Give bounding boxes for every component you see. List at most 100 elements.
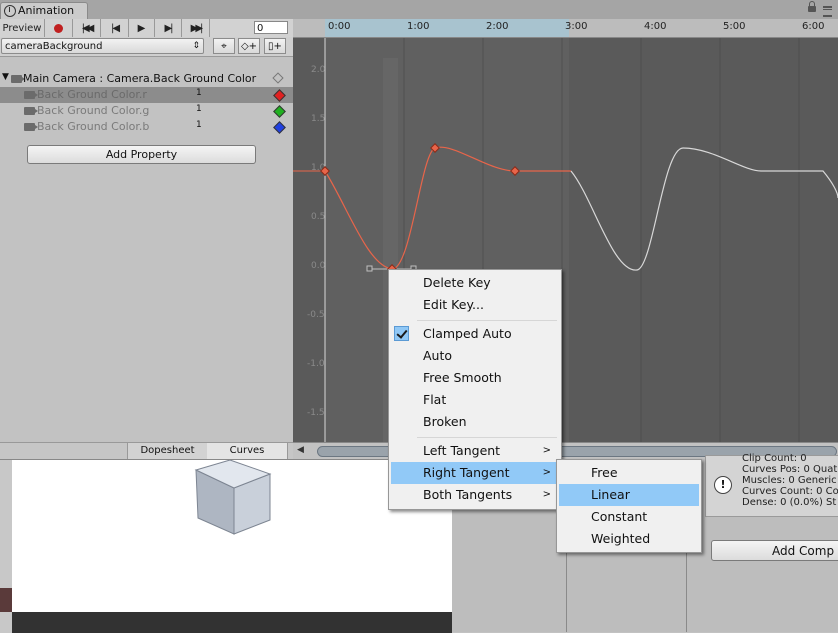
add-keyframe-button[interactable]: ◇+ [238, 38, 260, 54]
menu-item-clamped-auto[interactable]: Clamped Auto [391, 323, 559, 345]
timeline-ruler[interactable]: 0:00 1:00 2:00 3:00 4:00 5:00 6:00 [293, 19, 838, 38]
lock-icon[interactable] [808, 1, 816, 12]
property-value[interactable]: 1 [196, 104, 202, 114]
property-row[interactable]: Back Ground Color.r 1 [0, 87, 293, 103]
clip-info-box: ! Clip Count: 0 Curves Pos: 0 Quat Muscl… [705, 453, 838, 517]
blue-key-diamond-icon[interactable] [273, 121, 286, 134]
time-label: 0:00 [328, 21, 351, 32]
property-value[interactable]: 1 [196, 120, 202, 130]
y-tick-label: 0.0 [311, 261, 326, 271]
y-tick-label: 1.5 [311, 114, 325, 124]
property-row[interactable]: Back Ground Color.b 1 [0, 119, 293, 135]
skip-to-end-icon: ▶▶| [190, 22, 204, 34]
camera-icon [11, 75, 25, 83]
view-mode-tabs: Dopesheet Curves [0, 442, 293, 460]
submenu-arrow-icon: > [542, 467, 551, 478]
step-back-icon: |◀ [110, 22, 120, 34]
cube-object[interactable] [190, 460, 280, 540]
info-icon: ! [714, 476, 732, 494]
step-forward-icon: ▶| [164, 22, 173, 34]
y-tick-label: -1.0 [307, 359, 325, 369]
menu-item-flat[interactable]: Flat [391, 389, 559, 411]
property-parent-row[interactable]: ▼ Main Camera : Camera.Back Ground Color [0, 71, 293, 87]
info-line: Dense: 0 (0.0%) St [742, 497, 837, 508]
camera-icon [24, 91, 38, 99]
menu-item-left-tangent[interactable]: Left Tangent > [391, 440, 559, 462]
play-button[interactable]: ▶ [129, 19, 155, 37]
red-key-diamond-icon[interactable] [273, 89, 286, 102]
add-component-button[interactable]: Add Comp [711, 540, 838, 561]
camera-icon [24, 123, 38, 131]
preview-button[interactable]: Preview [0, 19, 45, 37]
frame-input[interactable]: 0 [254, 21, 288, 34]
add-property-button[interactable]: Add Property [27, 145, 256, 164]
playback-toolbar: Preview |◀◀ |◀ ▶ ▶| ▶▶| 0 [0, 19, 293, 38]
submenu-item-free[interactable]: Free [559, 462, 699, 484]
parent-key-diamond-icon[interactable] [272, 72, 284, 84]
tangent-handle-left[interactable] [366, 265, 373, 272]
clip-dropdown[interactable]: cameraBackground ⇕ [1, 38, 204, 54]
y-tick-label: -1.5 [307, 408, 325, 418]
clip-selector-row: cameraBackground ⇕ ⌖ ◇+ ▯+ [0, 37, 293, 57]
menu-item-right-tangent[interactable]: Right Tangent > [391, 462, 559, 484]
submenu-arrow-icon: > [542, 489, 551, 500]
menu-separator [417, 437, 557, 438]
submenu-item-linear[interactable]: Linear [559, 484, 699, 506]
y-tick-label: 2.0 [311, 65, 326, 75]
menu-item-broken[interactable]: Broken [391, 411, 559, 433]
tab-curves[interactable]: Curves [207, 443, 288, 460]
scene-view[interactable] [0, 459, 452, 633]
right-tangent-submenu: Free Linear Constant Weighted [556, 459, 702, 553]
window-tab-title: Animation [18, 4, 75, 17]
property-label: Back Ground Color.g [37, 104, 150, 117]
keyframe-target-button[interactable]: ⌖ [213, 38, 235, 54]
menu-item-auto[interactable]: Auto [391, 345, 559, 367]
info-line: Muscles: 0 Generic [742, 475, 837, 486]
time-label: 1:00 [407, 21, 430, 32]
skip-to-start-icon: |◀◀ [81, 22, 95, 34]
menu-item-both-tangents-label: Both Tangents [423, 487, 513, 502]
prev-key-button[interactable]: |◀ [101, 19, 129, 37]
property-label: Back Ground Color.r [37, 88, 147, 101]
info-line: Curves Count: 0 Co [742, 486, 838, 497]
scroll-left-icon[interactable]: ◀ [297, 445, 304, 455]
record-icon [54, 23, 63, 33]
dropdown-arrows-icon: ⇕ [192, 41, 200, 51]
play-icon: ▶ [137, 22, 146, 34]
clock-icon [4, 5, 16, 17]
tab-dopesheet[interactable]: Dopesheet [127, 443, 208, 459]
record-button[interactable] [45, 19, 73, 37]
last-key-button[interactable]: ▶▶| [182, 19, 210, 37]
crosshair-icon: ⌖ [221, 41, 227, 52]
property-parent-label: Main Camera : Camera.Back Ground Color [23, 72, 257, 85]
menu-item-delete-key[interactable]: Delete Key [391, 272, 559, 294]
menu-item-left-tangent-label: Left Tangent [423, 443, 501, 458]
curve-canvas[interactable]: 2.0 1.5 1.0 0.5 0.0 -0.5 -1.0 -1.5 [293, 38, 838, 442]
property-row[interactable]: Back Ground Color.g 1 [0, 103, 293, 119]
window-tab-bar: Animation [0, 0, 838, 20]
submenu-item-constant[interactable]: Constant [559, 506, 699, 528]
add-event-icon: ▯+ [268, 41, 282, 52]
property-list: ▼ Main Camera : Camera.Back Ground Color… [0, 57, 293, 442]
time-label: 6:00 [802, 21, 825, 32]
menu-item-free-smooth[interactable]: Free Smooth [391, 367, 559, 389]
animation-window-tab[interactable]: Animation [0, 2, 88, 20]
next-key-button[interactable]: ▶| [155, 19, 182, 37]
time-label: 4:00 [644, 21, 667, 32]
scene-bottom-bar [12, 612, 452, 633]
add-keyframe-icon: ◇+ [240, 41, 258, 52]
info-line: Clip Count: 0 [742, 453, 807, 464]
submenu-item-weighted[interactable]: Weighted [559, 528, 699, 550]
time-label: 5:00 [723, 21, 746, 32]
curve-editor[interactable]: 2.0 1.5 1.0 0.5 0.0 -0.5 -1.0 -1.5 [293, 38, 838, 442]
first-key-button[interactable]: |◀◀ [73, 19, 101, 37]
clip-dropdown-value: cameraBackground [5, 41, 103, 52]
green-key-diamond-icon[interactable] [273, 105, 286, 118]
menu-icon[interactable] [823, 6, 832, 17]
add-event-button[interactable]: ▯+ [264, 38, 286, 54]
foldout-arrow-icon[interactable]: ▼ [2, 72, 9, 82]
property-value[interactable]: 1 [196, 88, 202, 98]
menu-item-edit-key[interactable]: Edit Key... [391, 294, 559, 316]
menu-item-both-tangents[interactable]: Both Tangents > [391, 484, 559, 506]
time-label: 3:00 [565, 21, 588, 32]
